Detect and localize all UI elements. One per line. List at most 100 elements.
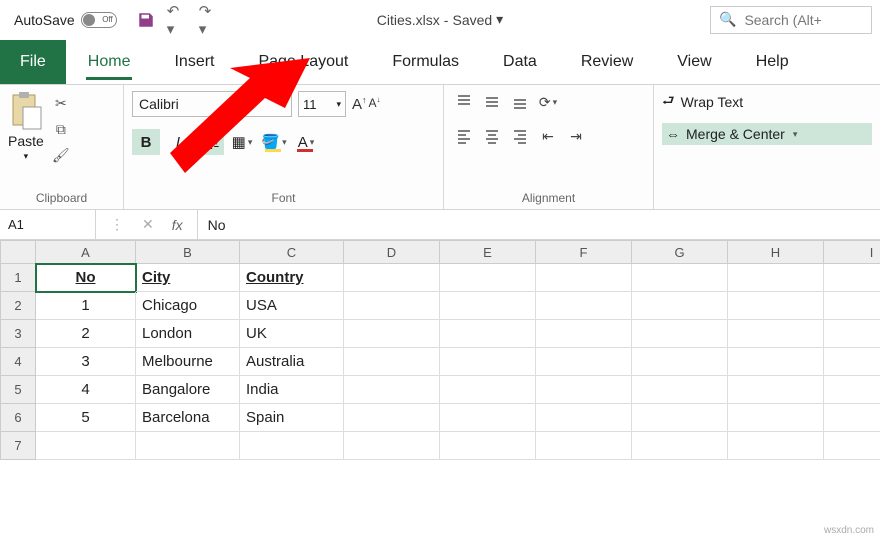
align-right-icon[interactable] <box>508 125 532 147</box>
fx-icon[interactable]: fx <box>172 217 183 233</box>
cell[interactable] <box>728 432 824 460</box>
cell[interactable] <box>632 348 728 376</box>
cell[interactable] <box>36 432 136 460</box>
cell[interactable] <box>440 432 536 460</box>
align-center-icon[interactable] <box>480 125 504 147</box>
cell[interactable] <box>632 376 728 404</box>
cell[interactable]: 2 <box>36 320 136 348</box>
cell[interactable]: Bangalore <box>136 376 240 404</box>
copy-icon[interactable]: ⧉ <box>50 119 72 139</box>
cell[interactable] <box>728 404 824 432</box>
redo-icon[interactable]: ↷ ▾ <box>199 9 221 31</box>
save-icon[interactable] <box>135 9 157 31</box>
dropdown-icon[interactable]: ⋮ <box>110 216 124 233</box>
cell[interactable] <box>240 432 344 460</box>
cell[interactable]: 1 <box>36 292 136 320</box>
cell[interactable] <box>728 264 824 292</box>
cell[interactable] <box>536 404 632 432</box>
fill-color-button[interactable]: 🪣 <box>260 129 288 155</box>
cell[interactable] <box>440 320 536 348</box>
decrease-indent-icon[interactable]: ⇤ <box>536 125 560 147</box>
autosave-control[interactable]: AutoSave Off <box>14 12 117 28</box>
cancel-icon[interactable]: ✕ <box>142 216 154 233</box>
merge-center-button[interactable]: ⇔ Merge & Center <box>662 123 872 145</box>
cell[interactable] <box>824 432 880 460</box>
cell[interactable] <box>344 432 440 460</box>
cell[interactable] <box>344 320 440 348</box>
cell[interactable]: India <box>240 376 344 404</box>
underline-button[interactable]: U <box>196 129 224 155</box>
column-header[interactable]: D <box>344 240 440 264</box>
column-header[interactable]: F <box>536 240 632 264</box>
cell[interactable]: 4 <box>36 376 136 404</box>
align-top-icon[interactable] <box>452 91 476 113</box>
cut-icon[interactable]: ✂ <box>50 93 72 113</box>
cell[interactable] <box>536 432 632 460</box>
cell[interactable] <box>536 292 632 320</box>
row-header[interactable]: 6 <box>0 404 36 432</box>
cell[interactable]: Australia <box>240 348 344 376</box>
cell[interactable] <box>824 404 880 432</box>
increase-indent-icon[interactable]: ⇥ <box>564 125 588 147</box>
borders-button[interactable]: ▦ <box>228 129 256 155</box>
cell[interactable] <box>440 348 536 376</box>
column-header[interactable]: B <box>136 240 240 264</box>
cell[interactable]: Spain <box>240 404 344 432</box>
font-size-select[interactable]: 11▾ <box>298 91 346 117</box>
font-name-select[interactable]: Calibri▾ <box>132 91 292 117</box>
autosave-toggle[interactable]: Off <box>81 12 117 28</box>
cell[interactable] <box>824 292 880 320</box>
cell[interactable]: 3 <box>36 348 136 376</box>
row-header[interactable]: 5 <box>0 376 36 404</box>
align-middle-icon[interactable] <box>480 91 504 113</box>
row-header[interactable]: 4 <box>0 348 36 376</box>
cell[interactable] <box>824 348 880 376</box>
select-all-corner[interactable] <box>0 240 36 264</box>
cell[interactable]: City <box>136 264 240 292</box>
increase-font-icon[interactable]: A↑ <box>352 95 367 113</box>
cell[interactable]: UK <box>240 320 344 348</box>
column-header[interactable]: A <box>36 240 136 264</box>
cell[interactable] <box>632 292 728 320</box>
cell[interactable]: London <box>136 320 240 348</box>
cell[interactable] <box>632 264 728 292</box>
row-header[interactable]: 2 <box>0 292 36 320</box>
tab-data[interactable]: Data <box>481 40 559 84</box>
cell[interactable] <box>824 376 880 404</box>
column-header[interactable]: E <box>440 240 536 264</box>
cell[interactable]: 5 <box>36 404 136 432</box>
name-box[interactable]: A1 <box>0 210 96 239</box>
cell[interactable] <box>632 404 728 432</box>
row-header[interactable]: 7 <box>0 432 36 460</box>
cell[interactable] <box>440 292 536 320</box>
tab-page-layout[interactable]: Page Layout <box>236 40 370 84</box>
cell[interactable] <box>536 376 632 404</box>
cell[interactable]: Melbourne <box>136 348 240 376</box>
cell[interactable] <box>344 376 440 404</box>
tab-view[interactable]: View <box>655 40 733 84</box>
bold-button[interactable]: B <box>132 129 160 155</box>
cell[interactable] <box>824 264 880 292</box>
document-title[interactable]: Cities.xlsx - Saved ▾ <box>377 11 503 28</box>
cell[interactable] <box>440 376 536 404</box>
column-header[interactable]: H <box>728 240 824 264</box>
cell[interactable] <box>536 348 632 376</box>
tab-home[interactable]: Home <box>66 40 153 84</box>
column-header[interactable]: G <box>632 240 728 264</box>
cell[interactable] <box>632 320 728 348</box>
tab-formulas[interactable]: Formulas <box>370 40 481 84</box>
cell[interactable] <box>344 404 440 432</box>
wrap-text-button[interactable]: ⮐ Wrap Text <box>662 91 872 113</box>
cell[interactable]: Chicago <box>136 292 240 320</box>
tab-help[interactable]: Help <box>734 40 811 84</box>
cell[interactable] <box>344 292 440 320</box>
cell[interactable] <box>536 320 632 348</box>
column-header[interactable]: C <box>240 240 344 264</box>
tab-insert[interactable]: Insert <box>152 40 236 84</box>
column-header[interactable]: I <box>824 240 880 264</box>
cell[interactable] <box>728 320 824 348</box>
cell[interactable] <box>344 264 440 292</box>
cell[interactable] <box>632 432 728 460</box>
cell[interactable]: Country <box>240 264 344 292</box>
cell[interactable] <box>824 320 880 348</box>
